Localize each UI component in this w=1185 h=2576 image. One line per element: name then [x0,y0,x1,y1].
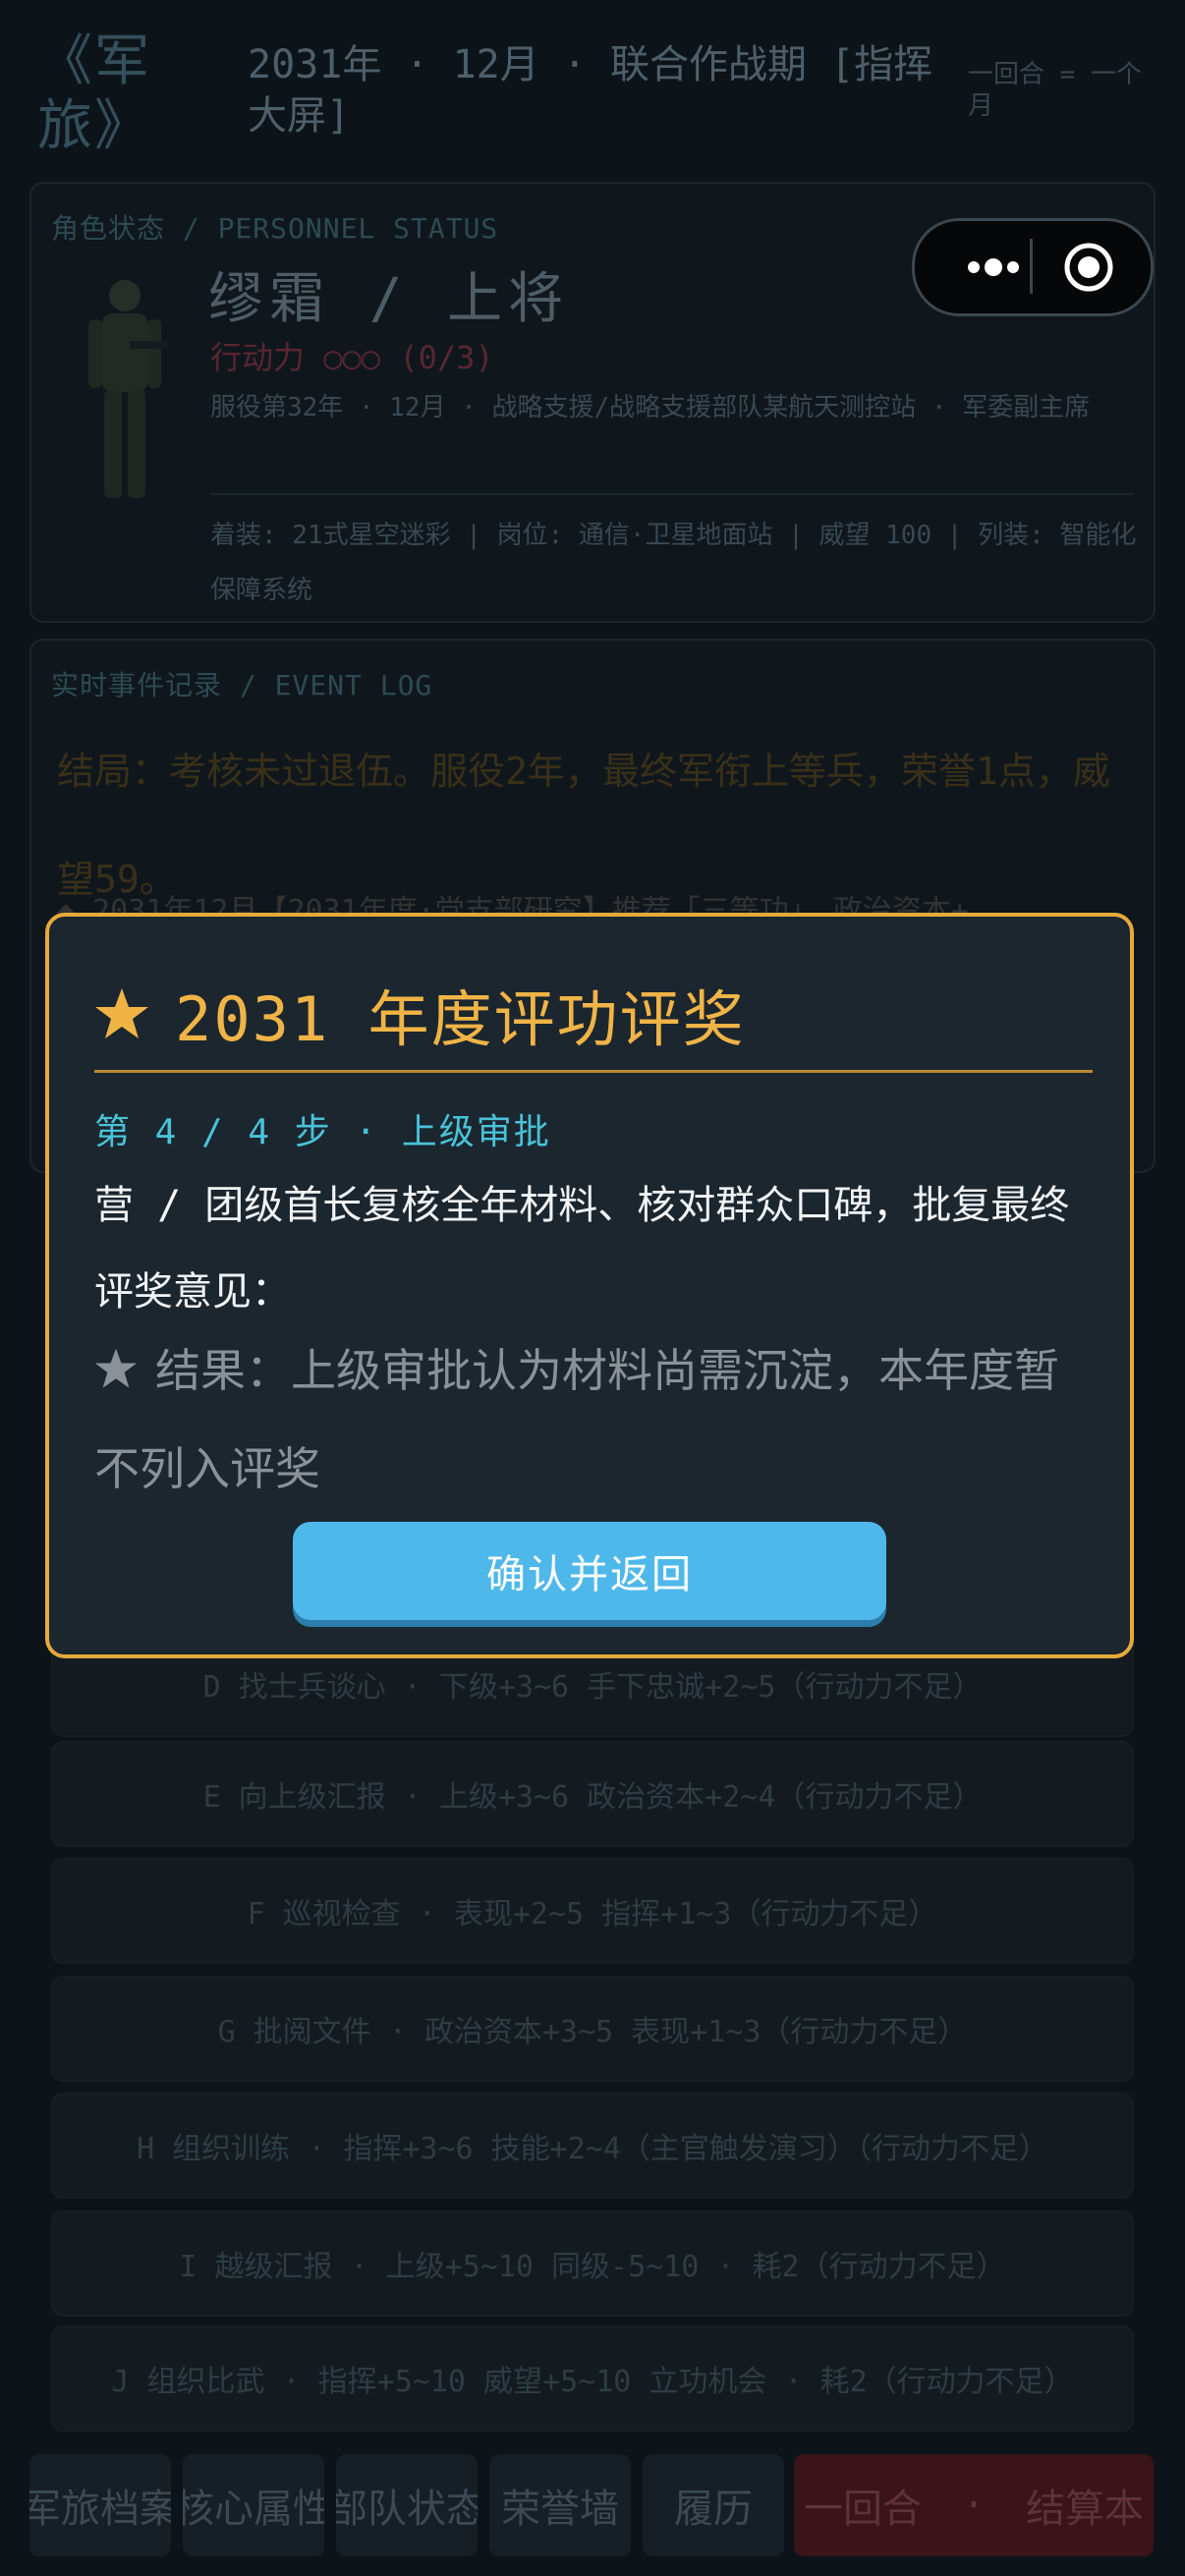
modal-result: 结果：上级审批认为材料尚需沉淀，本年度暂不列入评奖 [94,1321,1097,1518]
modal-result-text: 结果：上级审批认为材料尚需沉淀，本年度暂不列入评奖 [94,1344,1059,1495]
modal-title: 2031 年度评功评奖 [94,970,746,1058]
star-icon [95,988,148,1038]
result-star-icon [94,1348,138,1388]
modal-description: 营 / 团级首长复核全年材料、核对群众口碑，批复最终评奖意见： [94,1183,1070,1315]
confirm-return-button[interactable]: 确认并返回 [293,1522,886,1620]
modal-title-text: 2031 年度评功评奖 [175,983,746,1055]
modal-divider [94,1070,1093,1073]
award-modal: 2031 年度评功评奖 第 4 / 4 步 · 上级审批 营 / 团级首长复核全… [45,913,1134,1658]
modal-step: 第 4 / 4 步 · 上级审批 [94,1112,551,1152]
